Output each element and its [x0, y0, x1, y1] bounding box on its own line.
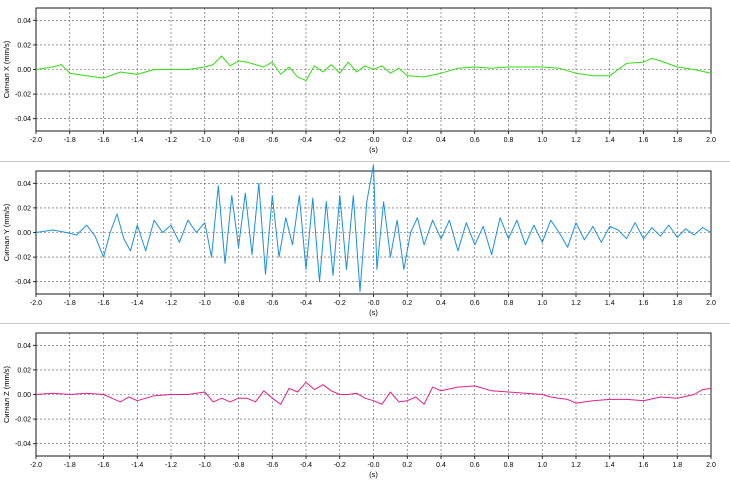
- y-tick-label: 0.00: [17, 392, 31, 399]
- chart-panel-z: -2.0 -1.8 -1.6 -1.4 -1.2 -1.0 -0.8 -0.6 -0.4 -0.2…: [0, 325, 730, 486]
- x-tick-label: -0.0: [367, 300, 379, 307]
- x-tick-label: 1.4: [605, 300, 615, 307]
- x-tick-label: -1.6: [97, 462, 109, 469]
- x-tick-label: 0.2: [402, 137, 412, 144]
- x-tick-label: -2.0: [30, 300, 42, 307]
- x-tick-label: -0.2: [334, 137, 346, 144]
- x-tick-label: 1.8: [672, 462, 682, 469]
- panel-divider: [0, 161, 730, 162]
- x-tick-label: -0.4: [300, 462, 312, 469]
- x-tick-label: -1.4: [131, 462, 143, 469]
- x-tick-label: -0.0: [367, 137, 379, 144]
- x-tick-label: 0.2: [402, 300, 412, 307]
- x-tick-label: -1.6: [97, 137, 109, 144]
- y-tick-label: -0.04: [15, 116, 31, 123]
- x-tick-label: 0.4: [436, 462, 446, 469]
- x-tick-label: 1.0: [537, 137, 547, 144]
- y-tick-label: 0.00: [17, 67, 31, 74]
- x-tick-label: 0.6: [470, 137, 480, 144]
- x-tick-label: -1.2: [165, 137, 177, 144]
- x-tick-label: -1.0: [199, 462, 211, 469]
- x-tick-label: -0.4: [300, 300, 312, 307]
- y-tick-label: 0.02: [17, 42, 31, 49]
- x-tick-label: 0.6: [470, 300, 480, 307]
- chart-x: -2.0 -1.8 -1.6 -1.4 -1.2 -1.0 -0.8 -0.6 -0.4 -0.2…: [2, 7, 716, 154]
- x-tick-label: 2.0: [706, 300, 716, 307]
- x-tick-label: 1.2: [571, 300, 581, 307]
- y-tick-label: -0.04: [15, 441, 31, 448]
- x-tick-label: -1.4: [131, 137, 143, 144]
- x-tick-label: -0.2: [334, 462, 346, 469]
- x-tick-label: -2.0: [30, 462, 42, 469]
- x-tick-label: 1.0: [537, 300, 547, 307]
- x-tick-label: -1.2: [165, 300, 177, 307]
- x-tick-label: -0.2: [334, 300, 346, 307]
- x-tick-label: 2.0: [706, 137, 716, 144]
- x-tick-label: -1.0: [199, 300, 211, 307]
- chart-panel-y: -2.0 -1.8 -1.6 -1.4 -1.2 -1.0 -0.8 -0.6 -0.4 -0.2…: [0, 163, 730, 321]
- x-tick-label: 0.4: [436, 300, 446, 307]
- y-axis-label: Сигнал Y (mm/s): [2, 203, 11, 261]
- x-tick-label: 1.2: [571, 462, 581, 469]
- x-tick-label: -1.0: [199, 137, 211, 144]
- x-tick-label: -1.8: [64, 300, 76, 307]
- x-tick-label: -0.6: [266, 137, 278, 144]
- x-tick-label: 0.8: [504, 462, 514, 469]
- x-tick-label: -0.8: [232, 137, 244, 144]
- y-tick-label: 0.04: [17, 181, 31, 188]
- x-tick-label: 1.2: [571, 137, 581, 144]
- panel-divider: [0, 323, 730, 324]
- x-tick-label: -1.2: [165, 462, 177, 469]
- chart-z: -2.0 -1.8 -1.6 -1.4 -1.2 -1.0 -0.8 -0.6 -0.4 -0.2…: [2, 332, 716, 479]
- x-tick-label: 2.0: [706, 462, 716, 469]
- x-tick-label: 1.6: [639, 300, 649, 307]
- y-tick-label: 0.02: [17, 205, 31, 212]
- x-axis-label: (s): [369, 308, 378, 317]
- x-tick-label: -1.8: [64, 462, 76, 469]
- x-tick-label: -1.4: [131, 300, 143, 307]
- x-tick-label: 1.4: [605, 137, 615, 144]
- x-tick-label: 1.6: [639, 137, 649, 144]
- y-tick-label: -0.02: [15, 417, 31, 424]
- x-tick-label: 1.4: [605, 462, 615, 469]
- x-tick-label: -0.8: [232, 462, 244, 469]
- y-tick-label: -0.04: [15, 279, 31, 286]
- chart-y: -2.0 -1.8 -1.6 -1.4 -1.2 -1.0 -0.8 -0.6 -0.4 -0.2…: [2, 164, 716, 317]
- chart-panel-x: -2.0 -1.8 -1.6 -1.4 -1.2 -1.0 -0.8 -0.6 -0.4 -0.2…: [0, 0, 730, 160]
- y-tick-label: 0.04: [17, 18, 31, 25]
- x-tick-label: 1.6: [639, 462, 649, 469]
- x-tick-label: 1.8: [672, 137, 682, 144]
- y-tick-label: 0.04: [17, 343, 31, 350]
- y-tick-label: -0.02: [15, 92, 31, 99]
- x-tick-label: 0.2: [402, 462, 412, 469]
- x-tick-label: 1.8: [672, 300, 682, 307]
- x-tick-label: 0.6: [470, 462, 480, 469]
- x-tick-label: -0.0: [367, 462, 379, 469]
- x-axis-label: (s): [369, 470, 378, 479]
- x-tick-label: 0.8: [504, 300, 514, 307]
- y-axis-label: Сигнал Z (mm/s): [2, 365, 11, 423]
- x-tick-label: -2.0: [30, 137, 42, 144]
- y-tick-label: -0.02: [15, 255, 31, 262]
- x-tick-label: 0.4: [436, 137, 446, 144]
- x-axis-label: (s): [369, 145, 378, 154]
- x-tick-label: -1.6: [97, 300, 109, 307]
- x-tick-label: -0.6: [266, 300, 278, 307]
- x-tick-label: 1.0: [537, 462, 547, 469]
- y-axis-label: Сигнал X (mm/s): [2, 40, 11, 98]
- x-tick-label: 0.8: [504, 137, 514, 144]
- y-tick-label: 0.02: [17, 367, 31, 374]
- x-tick-label: -0.4: [300, 137, 312, 144]
- y-tick-label: 0.00: [17, 230, 31, 237]
- x-tick-label: -0.6: [266, 462, 278, 469]
- x-tick-label: -0.8: [232, 300, 244, 307]
- x-tick-label: -1.8: [64, 137, 76, 144]
